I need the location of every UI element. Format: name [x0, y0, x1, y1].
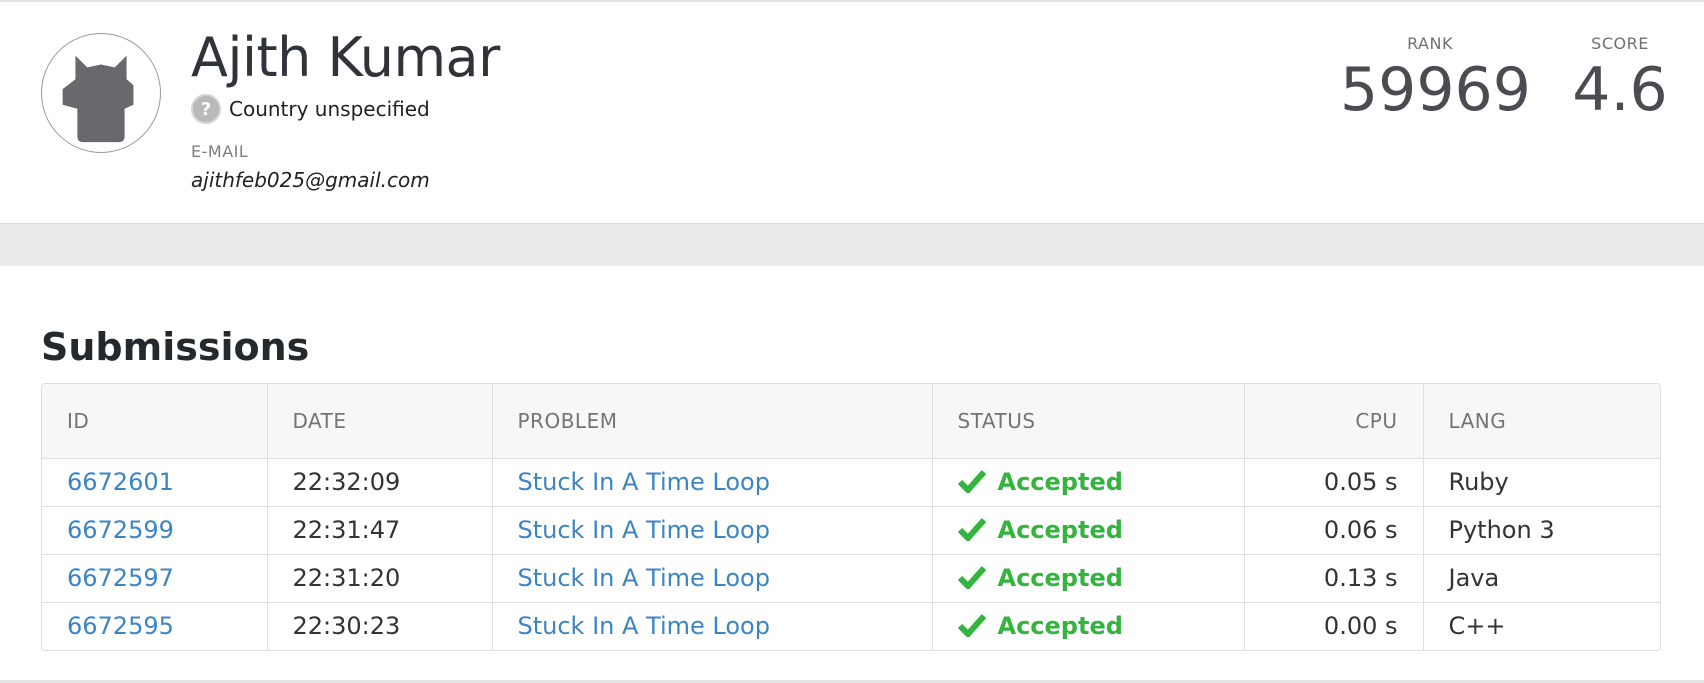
email-label: E-MAIL [191, 142, 249, 161]
separator-band [0, 224, 1704, 266]
table-row: 6672601 22:32:09 Stuck In A Time Loop Ac… [42, 458, 1660, 506]
submission-date: 22:32:09 [267, 458, 493, 506]
cpu-time: 0.06 s [1244, 505, 1424, 554]
submission-date: 22:31:47 [267, 505, 493, 554]
column-header-problem[interactable]: PROBLEM [492, 384, 933, 459]
profile-header: Ajith Kumar ? Country unspecified E-MAIL… [0, 0, 1704, 224]
country-row: ? Country unspecified [191, 94, 430, 124]
submission-id-link[interactable]: 6672601 [67, 468, 174, 496]
language: Ruby [1448, 468, 1509, 496]
problem-link[interactable]: Stuck In A Time Loop [518, 564, 770, 592]
submission-id-link[interactable]: 6672597 [67, 564, 174, 592]
submissions-title: Submissions [41, 325, 310, 369]
status-label: Accepted [997, 564, 1123, 592]
column-header-id[interactable]: ID [42, 384, 268, 459]
rank-value: 59969 [1340, 55, 1531, 125]
table-row: 6672599 22:31:47 Stuck In A Time Loop Ac… [42, 505, 1660, 554]
question-mark-icon: ? [191, 94, 221, 124]
profile-page: Ajith Kumar ? Country unspecified E-MAIL… [0, 0, 1704, 683]
status-label: Accepted [997, 612, 1123, 641]
column-header-cpu[interactable]: CPU [1244, 384, 1424, 459]
cat-silhouette-avatar-icon [62, 55, 134, 143]
avatar [41, 33, 161, 153]
submission-date: 22:30:23 [267, 601, 493, 650]
table-row: 6672597 22:31:20 Stuck In A Time Loop Ac… [42, 553, 1660, 602]
status-cell: Accepted [932, 458, 1245, 506]
user-name: Ajith Kumar [191, 26, 500, 89]
table-row: 6672595 22:30:23 Stuck In A Time Loop Ac… [42, 601, 1660, 650]
column-header-status[interactable]: STATUS [932, 384, 1245, 459]
column-header-lang[interactable]: LANG [1423, 384, 1660, 459]
column-header-date[interactable]: DATE [267, 384, 493, 459]
status-cell: Accepted [932, 601, 1245, 650]
problem-link[interactable]: Stuck In A Time Loop [518, 468, 770, 496]
score-value: 4.6 [1572, 55, 1668, 125]
cpu-time: 0.13 s [1244, 553, 1424, 602]
submission-id-link[interactable]: 6672595 [67, 612, 174, 640]
status-cell: Accepted [932, 553, 1245, 602]
language: Python 3 [1423, 505, 1660, 554]
rank-stat: RANK 59969 [1340, 34, 1531, 125]
language: Java [1423, 553, 1660, 602]
score-stat: SCORE 4.6 [1560, 34, 1680, 123]
status-label: Accepted [997, 516, 1123, 544]
language: C++ [1423, 601, 1660, 650]
country-label: Country unspecified [229, 97, 430, 121]
cpu-time: 0.00 s [1244, 601, 1424, 650]
check-icon [957, 614, 986, 638]
score-label: SCORE [1591, 34, 1649, 53]
submission-id-link[interactable]: 6672599 [67, 516, 174, 544]
submission-date: 22:31:20 [267, 553, 493, 602]
cpu-time: 0.05 s [1244, 458, 1424, 506]
problem-link[interactable]: Stuck In A Time Loop [518, 612, 770, 640]
rank-label: RANK [1407, 34, 1453, 53]
table-header-row: ID DATE PROBLEM STATUS CPU LANG [42, 384, 1660, 459]
check-icon [957, 566, 986, 589]
email-value: ajithfeb025@gmail.com [191, 168, 430, 192]
problem-link[interactable]: Stuck In A Time Loop [518, 516, 770, 544]
status-cell: Accepted [932, 505, 1245, 554]
check-icon [957, 470, 986, 493]
submissions-table: ID DATE PROBLEM STATUS CPU LANG 6672601 … [41, 383, 1661, 651]
status-label: Accepted [997, 468, 1123, 496]
check-icon [957, 518, 986, 541]
